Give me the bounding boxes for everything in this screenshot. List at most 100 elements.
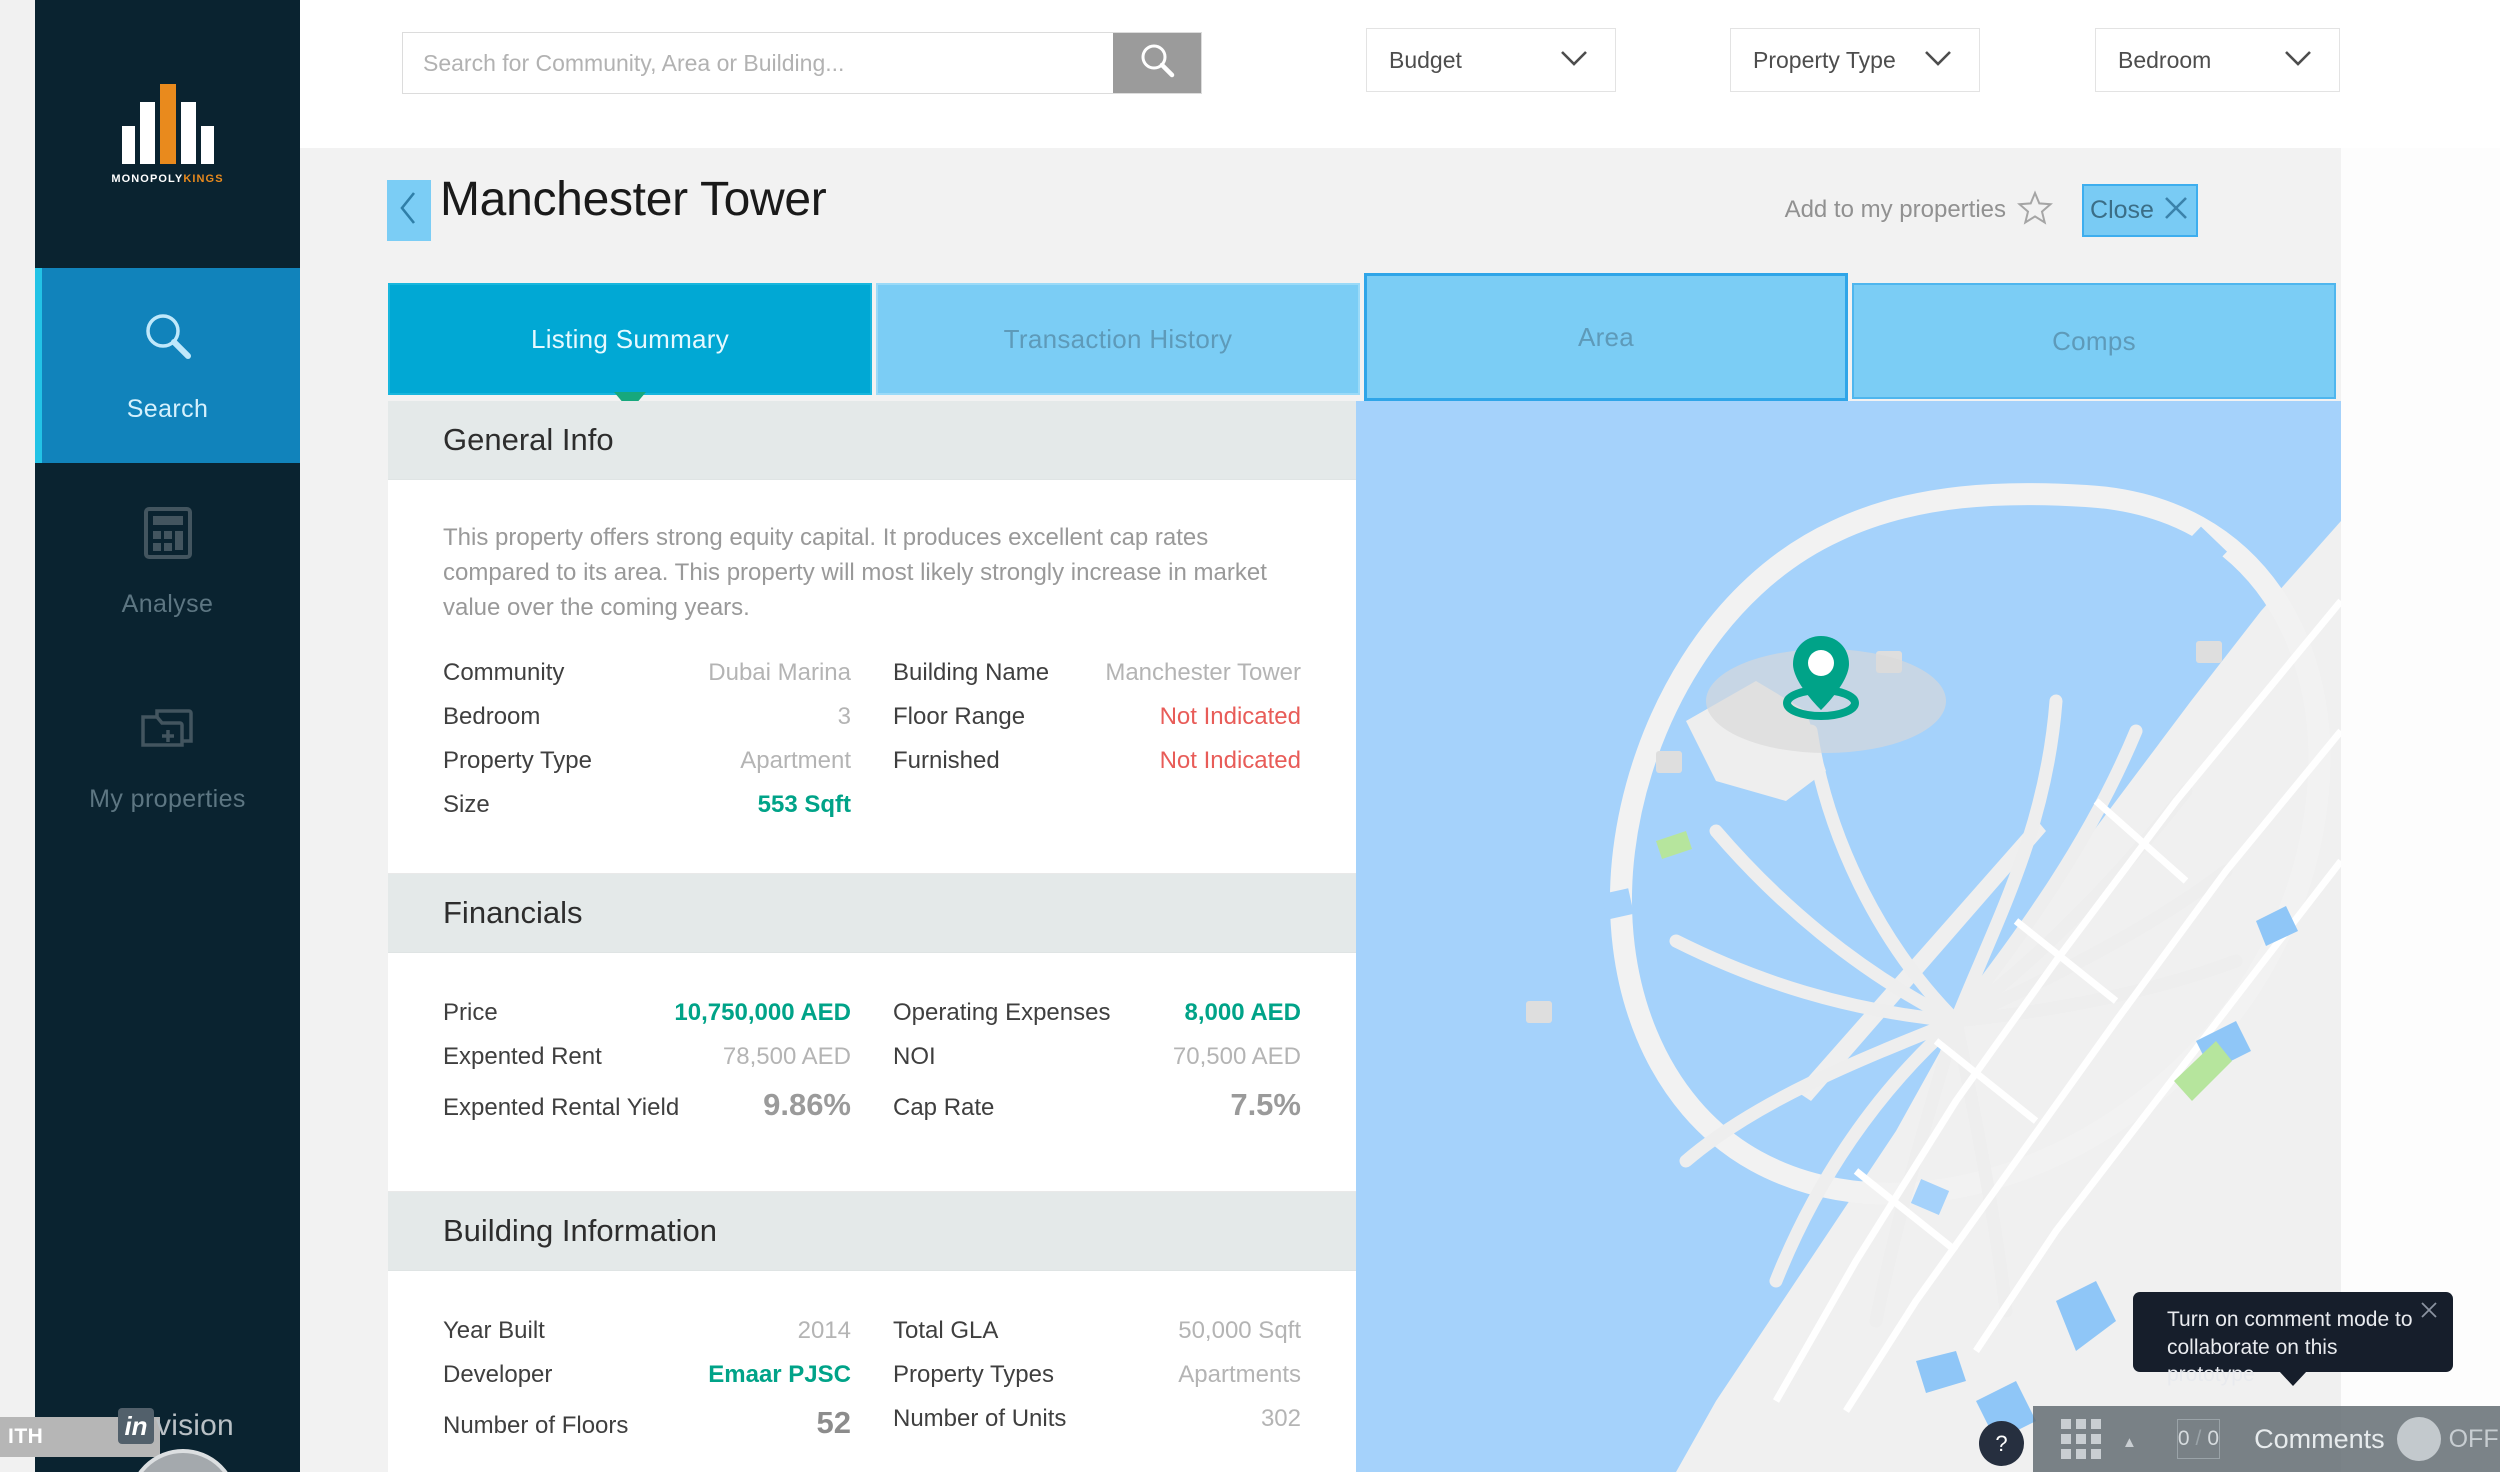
search-icon [137,307,199,369]
invision-toolbar: ▲ 0 / 0 Comments OFF [2033,1406,2500,1472]
chevron-left-icon [398,190,420,231]
brand-name-part2: KINGS [183,172,224,185]
built-with-text: ITH [8,1425,44,1448]
field-value: 2014 [797,1317,851,1345]
back-button[interactable] [387,180,431,241]
building-left-column: Year Built 2014 Developer Emaar PJSC Num… [443,1317,851,1457]
building-right-column: Total GLA 50,000 Sqft Property Types Apa… [893,1317,1301,1457]
tab-transaction-history[interactable]: Transaction History [876,283,1360,395]
toggle-knob [2396,1417,2441,1461]
field-key: Year Built [443,1317,545,1345]
field-key: Property Types [893,1361,1054,1389]
tab-label-area: Area [1577,321,1635,352]
page-title: Manchester Tower [440,173,827,226]
general-info-blurb: This property offers strong equity capit… [443,524,1267,622]
field-value: 3 [837,703,851,731]
field-number-of-floors: Number of Floors 52 [443,1405,851,1457]
section-header-building-information: Building Information [388,1192,1356,1272]
section-header-general-info: General Info [388,401,1356,480]
financials-grid: Price 10,750,000 AED Expented Rent 78,50… [443,999,1301,1139]
sidebar-item-search[interactable]: Search [35,268,300,463]
filter-property-type[interactable]: Property Type [1730,28,1980,92]
right-lower-strip [2341,148,2500,1472]
field-value: 8,000 AED [1184,999,1301,1027]
add-to-my-properties-link[interactable]: Add to my properties [1785,196,2006,224]
field-value: 7.5% [1230,1087,1301,1123]
question-mark-icon: ? [1995,1430,2008,1456]
sidebar-item-analyse[interactable]: Analyse [35,463,300,658]
field-bedroom: Bedroom 3 [443,703,851,747]
filter-budget[interactable]: Budget [1366,28,1616,92]
comments-toggle[interactable]: OFF [2396,1417,2499,1461]
field-key: Number of Floors [443,1412,629,1440]
tab-content: General Info This property offers strong… [300,401,2341,1472]
field-value: 9.86% [763,1087,851,1123]
sidebar: MONOPOLYKINGS Search Analyse My properti… [35,0,300,1472]
search-input[interactable] [403,33,1113,93]
field-key: Size [443,791,490,819]
invision-comment-tooltip: Turn on comment mode to collaborate on t… [2133,1292,2453,1386]
invision-help-button[interactable]: ? [1979,1421,2024,1466]
field-property-types: Property Types Apartments [893,1361,1301,1405]
field-key: Number of Units [893,1405,1067,1433]
field-key: Building Name [893,659,1050,687]
field-expected-rental-yield: Expented Rental Yield 9.86% [443,1087,851,1139]
field-developer: Developer Emaar PJSC [443,1361,851,1405]
field-value: 70,500 AED [1172,1043,1301,1071]
field-operating-expenses: Operating Expenses 8,000 AED [893,999,1301,1043]
page-header: Manchester Tower Add to my properties Cl… [300,148,2341,273]
app-logo[interactable]: MONOPOLYKINGS [35,0,300,268]
field-key: Floor Range [893,703,1026,731]
section-body-financials: Price 10,750,000 AED Expented Rent 78,50… [388,953,1356,1191]
detail-page: Manchester Tower Add to my properties Cl… [300,148,2341,1472]
sidebar-item-my-properties[interactable]: My properties [35,658,300,853]
field-key: Price [443,999,498,1027]
topbar: Budget Property Type Bedroom [300,0,2341,148]
map-pin-icon[interactable] [1774,628,1869,723]
field-key: Expented Rental Yield [443,1094,680,1122]
filter-bedroom[interactable]: Bedroom [2095,28,2340,92]
financials-left-column: Price 10,750,000 AED Expented Rent 78,50… [443,999,851,1139]
section-body-building-information: Year Built 2014 Developer Emaar PJSC Num… [388,1271,1356,1472]
chevron-down-icon [2283,49,2313,72]
field-key: Community [443,659,565,687]
field-expected-rent: Expented Rent 78,500 AED [443,1043,851,1087]
field-key: Property Type [443,747,592,775]
close-button[interactable]: Close [2082,184,2198,237]
section-body-general-info: This property offers strong equity capit… [388,480,1356,873]
tab-comps[interactable]: Comps [1852,283,2336,399]
field-value: 78,500 AED [722,1043,851,1071]
search-box[interactable] [402,32,1202,94]
field-key: Expented Rent [443,1043,602,1071]
field-number-of-units: Number of Units 302 [893,1405,1301,1457]
tab-listing-summary[interactable]: Listing Summary [388,283,872,395]
grid-icon[interactable] [2061,1419,2101,1459]
tab-label-listing-summary: Listing Summary [530,323,730,354]
invision-logo: in vision [118,1408,234,1444]
tab-label-transaction-history: Transaction History [1003,323,1233,354]
section-title-building-information: Building Information [443,1213,717,1249]
section-title-financials: Financials [443,895,583,931]
field-key: Developer [443,1361,553,1389]
filter-label-budget: Budget [1389,46,1462,73]
field-key: Cap Rate [893,1094,995,1122]
caret-up-icon[interactable]: ▲ [2122,1434,2137,1451]
close-icon[interactable] [2419,1300,2439,1320]
calculator-icon [137,502,199,564]
field-building-name: Building Name Manchester Tower [893,659,1301,703]
field-key: Bedroom [443,703,541,731]
field-value: Apartments [1178,1361,1301,1389]
field-key: Operating Expenses [893,999,1111,1027]
bar-chart-logo-icon [121,83,214,164]
sidebar-item-label-search: Search [126,395,209,423]
comment-count-separator: / [2195,1427,2202,1450]
tab-area[interactable]: Area [1364,273,1848,401]
invision-logo-text: vision [156,1409,234,1442]
brand-name: MONOPOLYKINGS [111,173,223,185]
star-outline-icon[interactable] [2017,190,2053,226]
field-value: Dubai Marina [708,659,851,687]
search-button[interactable] [1113,33,1201,93]
filter-label-property-type: Property Type [1753,46,1896,73]
field-size: Size 553 Sqft [443,791,851,835]
field-value: 50,000 Sqft [1178,1317,1301,1345]
